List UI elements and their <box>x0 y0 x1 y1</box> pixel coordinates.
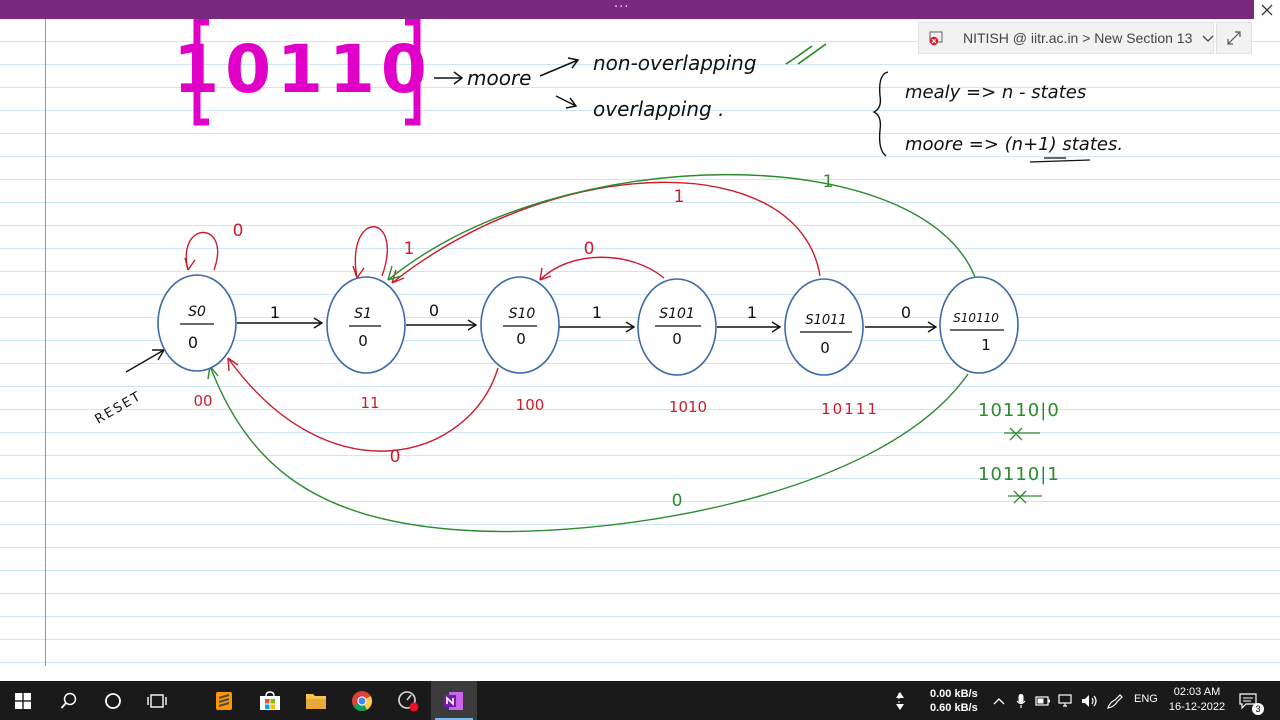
self-loop-s0 <box>185 232 219 271</box>
search-icon <box>60 692 77 709</box>
taskbar-app-chrome[interactable] <box>339 681 385 720</box>
volume-icon[interactable] <box>1080 681 1100 720</box>
title-bar: ··· <box>0 0 1280 19</box>
expand-icon <box>1227 31 1241 45</box>
chevron-down-icon[interactable] <box>1202 30 1214 46</box>
reset-label: RESET <box>93 389 145 428</box>
task-view-button[interactable] <box>134 681 180 720</box>
notification-count: 3 <box>1252 703 1264 715</box>
input-s101-s1011: 1 <box>747 303 757 322</box>
arc-s1011-s1 <box>391 181 821 284</box>
state-s1011-name: S1011 <box>805 313 846 328</box>
close-button[interactable] <box>1254 0 1280 19</box>
handwritten-ink: 10110 moore non-overlapping overlapping … <box>93 19 1123 533</box>
notebook-page[interactable]: 10110 moore non-overlapping overlapping … <box>0 19 1280 681</box>
input-s0-s1: 1 <box>270 303 280 322</box>
mealy-rule: mealy => n - states <box>905 82 1086 103</box>
chrome-icon <box>352 690 373 711</box>
state-s101-output: 0 <box>672 330 682 348</box>
ink-workspace-icon[interactable] <box>1104 681 1126 720</box>
state-s101-history: 1010 <box>669 398 707 416</box>
recorder-icon <box>398 690 419 711</box>
taskbar-app-store[interactable] <box>247 681 293 720</box>
self-loop-s1-label: 1 <box>404 239 415 259</box>
state-s101: S101 0 1010 <box>637 278 717 416</box>
breadcrumb[interactable]: NITISH @ iitr.ac.in > New Section 13 <box>918 22 1214 54</box>
state-s10-name: S10 <box>509 306 536 322</box>
close-icon <box>1261 4 1273 15</box>
side-note-1: 10110|0 <box>978 400 1060 421</box>
back-s10110-s0-label: 0 <box>672 491 683 511</box>
state-s0-output: 0 <box>188 333 198 352</box>
clock-date: 16-12-2022 <box>1168 701 1226 713</box>
expand-button[interactable] <box>1216 22 1252 54</box>
network-speed: 0.00 kB/s 0.60 kB/s <box>930 687 978 715</box>
title-dots[interactable]: ··· <box>614 0 629 15</box>
side-note-2: 10110|1 <box>978 464 1060 485</box>
taskbar-app-explorer[interactable] <box>293 681 339 720</box>
clock-time: 02:03 AM <box>1173 686 1221 698</box>
state-s0-history: 00 <box>193 392 212 410</box>
sublime-icon <box>216 691 232 710</box>
arc-s101-s10 <box>539 256 665 281</box>
back-s101-s10-label: 0 <box>584 239 595 259</box>
arc-s10110-s0 <box>209 365 969 533</box>
state-s10: S10 0 100 <box>480 276 560 414</box>
back-s10110-s1-label: 1 <box>823 172 834 192</box>
moore-rule: moore => (n+1) states. <box>905 134 1123 155</box>
state-s101-name: S101 <box>659 306 695 322</box>
state-s0: S0 0 00 <box>157 274 237 410</box>
cortana-button[interactable] <box>90 681 136 720</box>
back-s1011-s1-label: 1 <box>674 187 685 207</box>
start-button[interactable] <box>0 681 46 720</box>
state-s10-history: 100 <box>516 396 545 414</box>
state-s0-name: S0 <box>188 304 206 320</box>
non-overlapping-label: non-overlapping <box>593 51 757 75</box>
folder-icon <box>306 693 326 709</box>
microphone-icon[interactable] <box>1012 681 1030 720</box>
sequence-title: 10110 <box>173 31 433 108</box>
state-s1011-history: 10111 <box>821 400 879 418</box>
self-loop-s0-label: 0 <box>233 221 244 241</box>
state-s10-output: 0 <box>516 330 526 348</box>
overlapping-label: overlapping . <box>593 97 724 121</box>
state-s1011: S1011 0 10111 <box>784 278 879 418</box>
search-button[interactable] <box>46 681 92 720</box>
network-download: 0.00 kB/s <box>930 688 978 700</box>
state-s1-output: 0 <box>358 332 368 350</box>
state-s10110: S10110 1 <box>939 276 1019 374</box>
task-view-icon <box>147 693 167 708</box>
tray-arrows-icon[interactable] <box>890 681 910 720</box>
store-icon <box>260 690 280 710</box>
input-s1-s10: 0 <box>429 301 439 320</box>
sync-error-icon[interactable] <box>929 30 945 46</box>
state-s1-name: S1 <box>354 306 372 322</box>
clock[interactable]: 02:03 AM 16-12-2022 <box>1166 685 1228 715</box>
onenote-icon <box>444 691 463 710</box>
state-s1011-output: 0 <box>820 339 830 357</box>
self-loop-s1 <box>354 226 388 279</box>
notifications-button[interactable]: 3 <box>1234 681 1264 720</box>
input-s10-s101: 1 <box>592 303 602 322</box>
cortana-icon <box>105 692 121 709</box>
state-s10110-name: S10110 <box>953 311 999 325</box>
taskbar-app-sublime[interactable] <box>201 681 247 720</box>
back-s10-s0-label: 0 <box>390 447 401 467</box>
chevron-up-icon[interactable] <box>990 681 1008 720</box>
moore-label: moore <box>467 66 531 90</box>
battery-icon[interactable] <box>1034 681 1052 720</box>
input-s1011-s10110: 0 <box>901 303 911 322</box>
input-language[interactable]: ENG <box>1134 693 1158 705</box>
state-s10110-output: 1 <box>981 336 991 354</box>
network-icon[interactable] <box>1056 681 1076 720</box>
breadcrumb-text[interactable]: NITISH @ iitr.ac.in > New Section 13 <box>963 30 1192 46</box>
taskbar: 0.00 kB/s 0.60 kB/s ENG 02:03 AM 16-12-2… <box>0 681 1280 720</box>
network-upload: 0.60 kB/s <box>930 702 978 714</box>
windows-icon <box>15 692 31 709</box>
taskbar-app-recorder[interactable] <box>385 681 431 720</box>
state-s1-history: 11 <box>360 394 379 412</box>
taskbar-app-onenote[interactable] <box>431 681 477 720</box>
state-s1: S1 0 11 <box>326 276 406 412</box>
